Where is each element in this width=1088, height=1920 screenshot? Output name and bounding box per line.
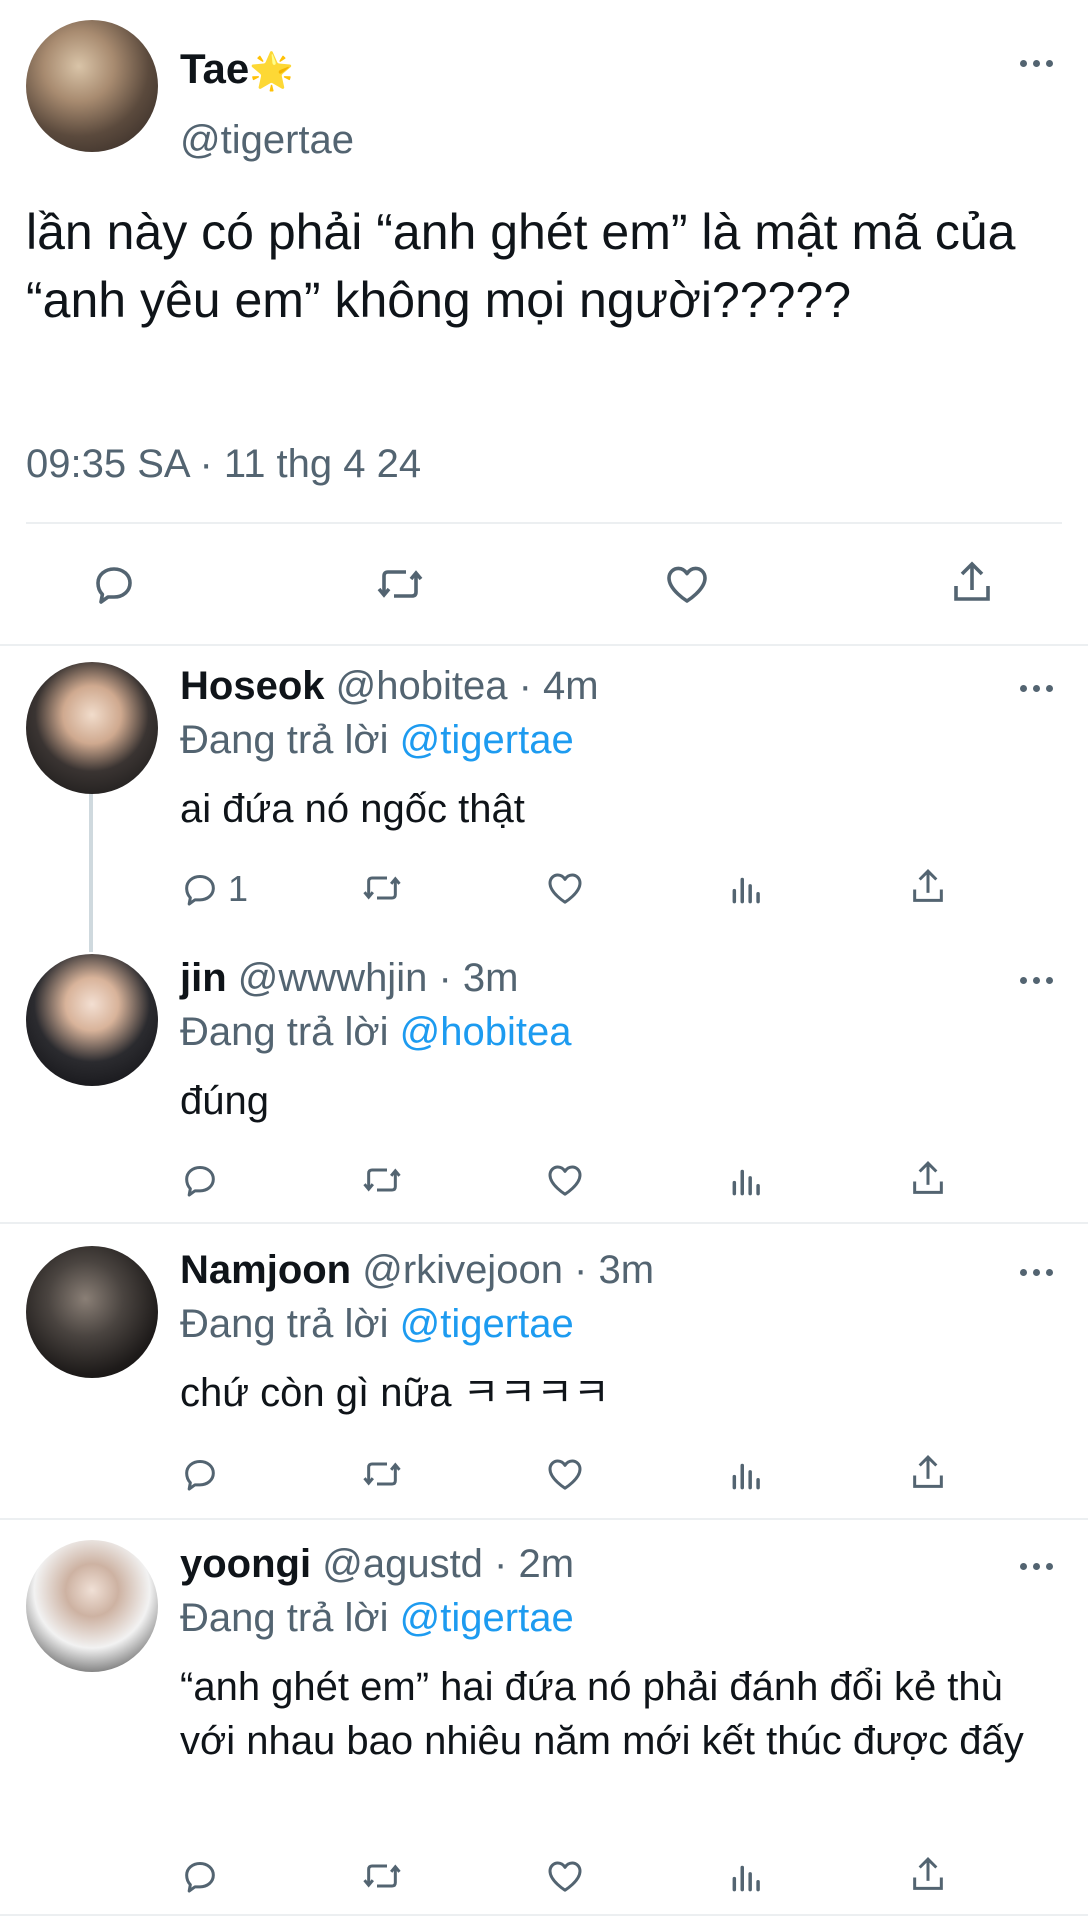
share-button[interactable] [908,1158,948,1200]
reply-text: đúng [180,1079,269,1123]
reply-text: “anh ghét em” hai đứa nó phải đánh đổi k… [180,1665,1024,1763]
timestamp-divider [26,522,1062,524]
reply-author-name[interactable]: yoongi [180,1542,311,1586]
replying-to-line: Đang trả lời @tigertae [180,716,574,764]
reply-text: ai đứa nó ngốc thật [180,787,525,831]
comment-icon [185,1862,215,1893]
views-button[interactable] [728,1858,766,1896]
reply-meta: @hobitea · 4m [335,664,599,708]
reply-author-name[interactable]: Hoseok [180,664,325,708]
comment-icon [185,1460,215,1491]
replying-label: Đang trả lời [180,718,389,762]
author-handle[interactable]: @tigertae [180,116,354,164]
reply-text: chứ còn gì nữa ㅋㅋㅋㅋ [180,1371,610,1415]
reply-header: jin @wwwhjin · 3m [180,954,518,1002]
reply-meta: @wwwhjin · 3m [237,956,519,1000]
retweet-button[interactable] [360,1160,404,1200]
retweet-button[interactable] [360,868,404,908]
analytics-icon [732,877,760,904]
reply-button[interactable] [180,1454,220,1494]
replying-to-handle[interactable]: @tigertae [400,718,574,762]
author-name-text: Tae [180,45,250,92]
share-button[interactable] [908,1854,948,1896]
avatar-tae[interactable] [26,20,158,152]
share-icon [913,1161,943,1194]
like-button[interactable] [662,560,712,608]
like-button[interactable] [544,1160,586,1200]
share-button[interactable] [908,866,948,908]
tweet-timestamp[interactable]: 09:35 SA · 11 thg 4 24 [26,440,421,488]
more-options-button[interactable] [1020,1563,1053,1570]
share-button[interactable] [948,558,996,608]
avatar-namjoon[interactable] [26,1246,158,1378]
reply-button[interactable] [180,1160,220,1200]
retweet-button[interactable] [374,560,426,608]
heart-icon [548,873,582,904]
retweet-icon [377,570,423,598]
replying-to-line: Đang trả lời @hobitea [180,1008,572,1056]
section-divider [0,1518,1088,1520]
retweet-icon [363,876,401,900]
more-options-button[interactable] [1020,685,1053,692]
thread-connector-line [89,792,93,952]
reply-header: yoongi @agustd · 2m [180,1540,574,1588]
share-icon [954,561,990,601]
heart-icon [548,1165,582,1196]
replying-to-line: Đang trả lời @tigertae [180,1300,574,1348]
reply-header: Hoseok @hobitea · 4m [180,662,599,710]
reply-button[interactable] [180,1856,220,1896]
retweet-button[interactable] [360,1454,404,1494]
replying-label: Đang trả lời [180,1302,389,1346]
section-divider [0,1222,1088,1224]
retweet-button[interactable] [360,1856,404,1896]
reply-button[interactable]: 1 [180,868,248,910]
heart-icon [548,1861,582,1892]
replying-to-handle[interactable]: @tigertae [400,1596,574,1640]
more-options-button[interactable] [1020,1269,1053,1276]
avatar-hoseok[interactable] [26,662,158,794]
share-button[interactable] [908,1452,948,1494]
like-button[interactable] [544,868,586,908]
reply-header: Namjoon @rkivejoon · 3m [180,1246,654,1294]
more-options-button[interactable] [1020,977,1053,984]
analytics-icon [732,1463,760,1490]
like-button[interactable] [544,1454,586,1494]
like-button[interactable] [544,1856,586,1896]
replying-to-handle[interactable]: @tigertae [400,1302,574,1346]
comment-icon [96,567,132,604]
heart-icon [667,566,707,603]
views-button[interactable] [728,870,766,908]
heart-icon [548,1459,582,1490]
comment-icon [185,875,215,906]
retweet-icon [363,1168,401,1192]
replying-label: Đang trả lời [180,1010,389,1054]
section-divider [0,1914,1088,1916]
replying-to-handle[interactable]: @hobitea [400,1010,572,1054]
tweet-text: lần này có phải “anh ghét em” là mật mã … [26,204,1016,328]
replying-to-line: Đang trả lời @tigertae [180,1594,574,1642]
analytics-icon [732,1169,760,1196]
retweet-icon [363,1462,401,1486]
share-icon [913,1857,943,1890]
reply-author-name[interactable]: jin [180,956,227,1000]
more-options-button[interactable] [1020,60,1053,67]
analytics-icon [732,1865,760,1892]
reply-count: 1 [228,868,249,909]
avatar-jin[interactable] [26,954,158,1086]
reply-button[interactable] [90,560,138,608]
reply-author-name[interactable]: Namjoon [180,1248,351,1292]
reply-meta: @rkivejoon · 3m [362,1248,655,1292]
comment-icon [185,1166,215,1197]
reply-meta: @agustd · 2m [322,1542,575,1586]
star-badge-icon: 🌟 [249,50,295,91]
share-icon [913,1455,943,1488]
replying-label: Đang trả lời [180,1596,389,1640]
section-divider [0,644,1088,646]
retweet-icon [363,1864,401,1888]
share-icon [913,869,943,902]
avatar-yoongi[interactable] [26,1540,158,1672]
views-button[interactable] [728,1456,766,1494]
author-name[interactable]: Tae🌟 [180,44,294,96]
views-button[interactable] [728,1162,766,1200]
